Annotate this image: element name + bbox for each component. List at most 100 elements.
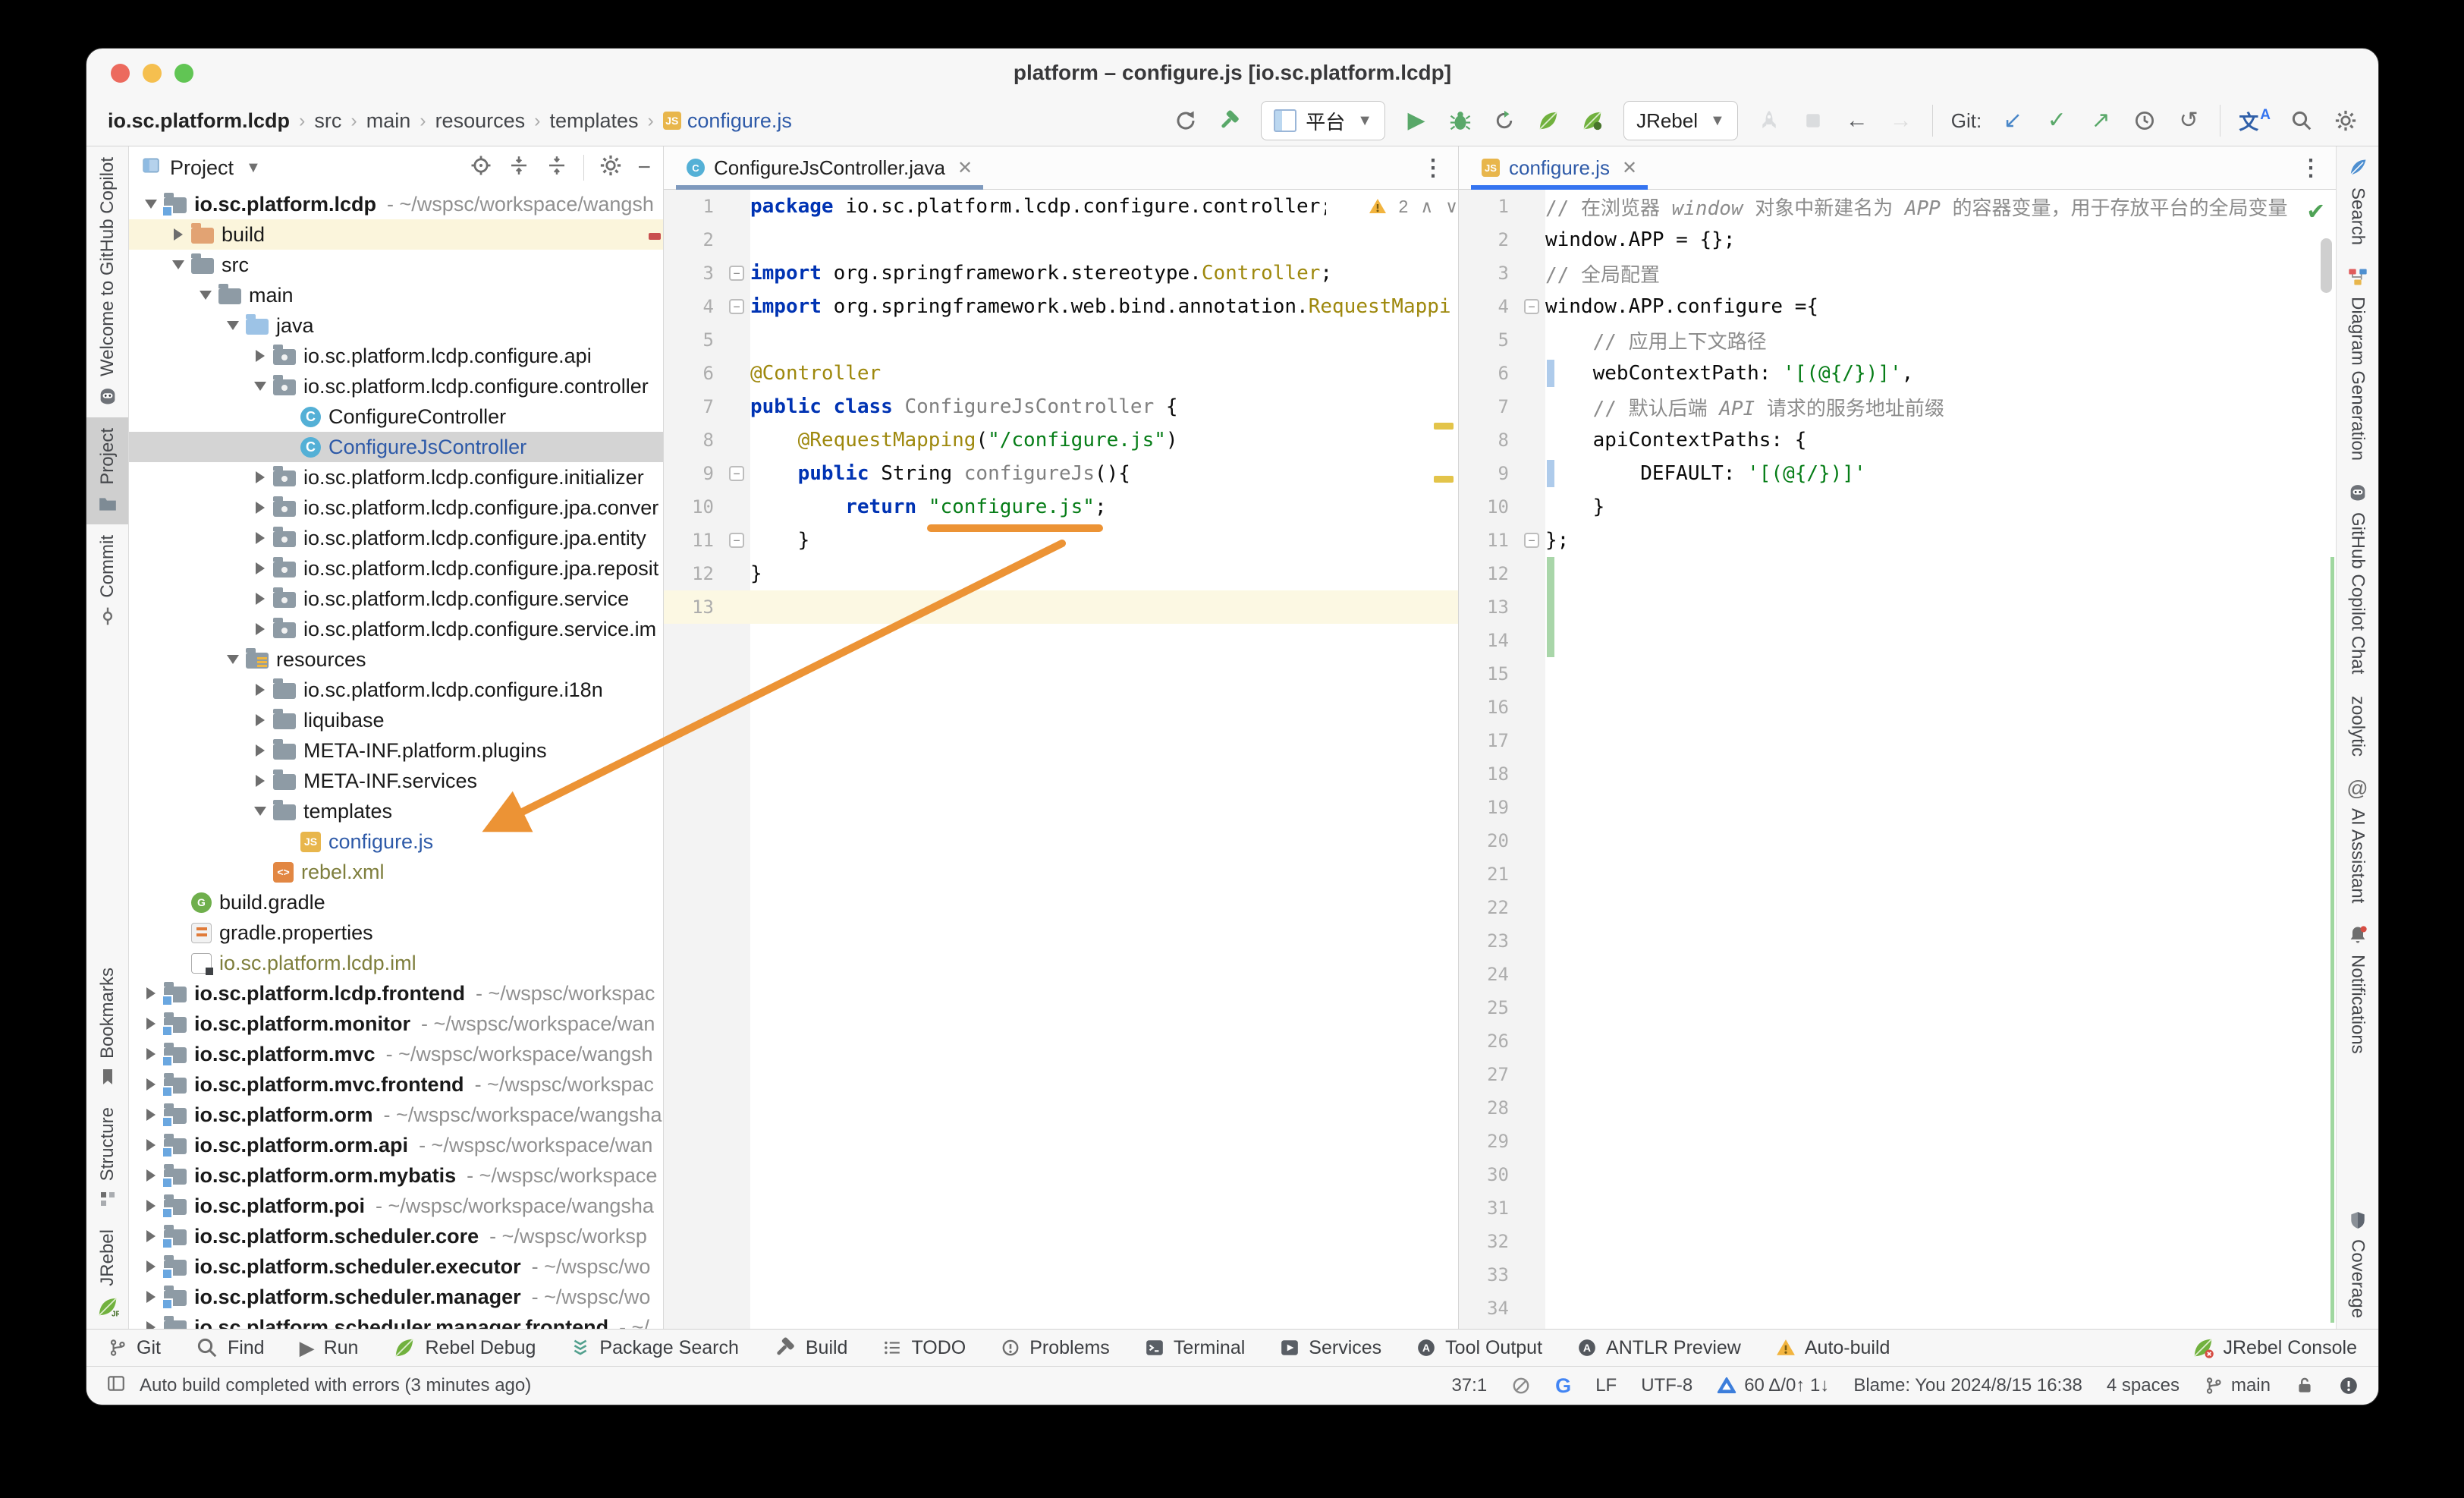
- code-line-19[interactable]: 19: [1459, 791, 2336, 824]
- translate-button[interactable]: 文A: [2239, 105, 2271, 136]
- inspection-widget[interactable]: 2∧∨: [1369, 197, 1458, 217]
- code-line-10[interactable]: 10 return "configure.js";: [664, 490, 1458, 524]
- code-line-10[interactable]: 10 }: [1459, 490, 2336, 524]
- zoom-button[interactable]: [174, 64, 193, 83]
- status-indent[interactable]: 4 spaces: [2107, 1375, 2180, 1396]
- tree-item-io.sc.platform.lcdp.iml[interactable]: io.sc.platform.lcdp.iml: [129, 948, 663, 978]
- editor-code-area[interactable]: 1// 在浏览器 window 对象中新建名为 APP 的容器变量，用于存放平台…: [1459, 190, 2336, 1329]
- layout-icon[interactable]: [106, 1374, 126, 1399]
- code-line-13[interactable]: 13: [1459, 590, 2336, 624]
- code-line-12[interactable]: 12}: [664, 557, 1458, 590]
- close-tab-icon[interactable]: ✕: [1622, 157, 1637, 179]
- editor-options-icon[interactable]: ⋮: [1422, 155, 1444, 181]
- status-lock[interactable]: [2295, 1376, 2315, 1396]
- stripe-item-commit[interactable]: Commit: [86, 524, 128, 637]
- code-line-31[interactable]: 31: [1459, 1191, 2336, 1225]
- toolwindow-auto-build[interactable]: Auto-build: [1776, 1337, 1890, 1359]
- inspections-ok-icon[interactable]: ✔: [2308, 197, 2324, 224]
- code-line-9[interactable]: 9 DEFAULT: '[(@{/})]': [1459, 457, 2336, 490]
- chevron-collapsed-icon[interactable]: [138, 1048, 164, 1060]
- stripe-item-jrebel[interactable]: JRebelJR: [86, 1219, 128, 1329]
- fold-marker-icon[interactable]: −: [723, 266, 750, 281]
- chevron-collapsed-icon[interactable]: [138, 1260, 164, 1273]
- chevron-collapsed-icon[interactable]: [247, 623, 273, 635]
- tree-item-io.sc.platform.mvc[interactable]: io.sc.platform.mvc- ~/wspsc/workspace/wa…: [129, 1039, 663, 1069]
- close-button[interactable]: [111, 64, 130, 83]
- code-line-21[interactable]: 21: [1459, 858, 2336, 891]
- scrollbar-thumb[interactable]: [2321, 238, 2332, 293]
- breadcrumb-item[interactable]: io.sc.platform.lcdp: [106, 109, 291, 133]
- chevron-collapsed-icon[interactable]: [247, 744, 273, 757]
- git-commit-button[interactable]: ✓: [2044, 105, 2070, 136]
- tree-item-io.sc.platform.orm[interactable]: io.sc.platform.orm- ~/wspsc/workspace/wa…: [129, 1100, 663, 1130]
- tree-item-io.sc.platform.lcdp.configure.api[interactable]: io.sc.platform.lcdp.configure.api: [129, 341, 663, 371]
- chevron-collapsed-icon[interactable]: [138, 1109, 164, 1121]
- code-line-11[interactable]: 11− }: [664, 524, 1458, 557]
- tree-item-java[interactable]: java: [129, 310, 663, 341]
- tree-item-io.sc.platform.lcdp.configure.jpa.entity[interactable]: io.sc.platform.lcdp.configure.jpa.entity: [129, 523, 663, 553]
- status-git-branch[interactable]: main: [2204, 1375, 2271, 1396]
- breadcrumb-item[interactable]: main: [365, 109, 413, 133]
- code-line-7[interactable]: 7public class ConfigureJsController {: [664, 390, 1458, 423]
- tree-item-io.sc.platform.lcdp.configure.controller[interactable]: io.sc.platform.lcdp.configure.controller: [129, 371, 663, 401]
- tab-configure.js[interactable]: JSconfigure.js✕: [1471, 146, 1648, 189]
- stripe-item-project[interactable]: Project: [86, 417, 128, 524]
- code-line-7[interactable]: 7 // 默认后端 API 请求的服务地址前缀: [1459, 390, 2336, 423]
- code-line-14[interactable]: 14: [1459, 624, 2336, 657]
- toolwindow-todo[interactable]: TODO: [882, 1337, 966, 1359]
- tree-item-io.sc.platform.orm.mybatis[interactable]: io.sc.platform.orm.mybatis- ~/wspsc/work…: [129, 1160, 663, 1191]
- git-push-button[interactable]: ↗: [2088, 105, 2114, 136]
- code-line-1[interactable]: 1package io.sc.platform.lcdp.configure.c…: [664, 190, 1458, 223]
- chevron-collapsed-icon[interactable]: [138, 1078, 164, 1090]
- chevron-collapsed-icon[interactable]: [165, 228, 191, 241]
- tree-item-io.sc.platform.lcdp.configure.initializer[interactable]: io.sc.platform.lcdp.configure.initialize…: [129, 462, 663, 493]
- tree-item-io.sc.platform.lcdp.frontend[interactable]: io.sc.platform.lcdp.frontend- ~/wspsc/wo…: [129, 978, 663, 1009]
- tree-item-io.sc.platform.poi[interactable]: io.sc.platform.poi- ~/wspsc/workspace/wa…: [129, 1191, 663, 1221]
- jrebel-select[interactable]: JRebel▼: [1623, 101, 1738, 140]
- fold-marker-icon[interactable]: −: [1518, 299, 1545, 314]
- status-blame[interactable]: Blame: You 2024/8/15 16:38: [1853, 1375, 2082, 1396]
- chevron-collapsed-icon[interactable]: [138, 1230, 164, 1242]
- chevron-collapsed-icon[interactable]: [247, 350, 273, 362]
- code-line-8[interactable]: 8 @RequestMapping("/configure.js"): [664, 423, 1458, 457]
- close-tab-icon[interactable]: ✕: [957, 157, 973, 179]
- next-problem-icon[interactable]: ∨: [1445, 197, 1458, 217]
- code-line-16[interactable]: 16: [1459, 691, 2336, 724]
- tree-item-io.sc.platform.lcdp[interactable]: io.sc.platform.lcdp- ~/wspsc/workspace/w…: [129, 189, 663, 219]
- expand-all-button[interactable]: [508, 154, 530, 182]
- toolwindow-build[interactable]: Build: [774, 1336, 848, 1359]
- tree-item-ConfigureController[interactable]: CConfigureController: [129, 401, 663, 432]
- toolwindow-services[interactable]: Services: [1280, 1337, 1381, 1359]
- tree-item-io.sc.platform.scheduler.manager.frontend[interactable]: io.sc.platform.scheduler.manager.fronten…: [129, 1312, 663, 1329]
- stripe-item-coverage[interactable]: Coverage: [2337, 1200, 2378, 1329]
- chevron-collapsed-icon[interactable]: [138, 987, 164, 999]
- toolwindow-tool-output[interactable]: ATool Output: [1416, 1337, 1542, 1359]
- code-line-33[interactable]: 33: [1459, 1258, 2336, 1292]
- tree-item-io.sc.platform.lcdp.configure.jpa.conver[interactable]: io.sc.platform.lcdp.configure.jpa.conver: [129, 493, 663, 523]
- status-ide-error[interactable]: [2339, 1376, 2359, 1396]
- code-line-28[interactable]: 28: [1459, 1091, 2336, 1125]
- stripe-item-structure[interactable]: Structure: [86, 1097, 128, 1219]
- chevron-collapsed-icon[interactable]: [247, 502, 273, 514]
- stripe-item-welcome-to-github-copilot[interactable]: Welcome to GitHub Copilot: [86, 146, 128, 417]
- status-line-separator[interactable]: LF: [1595, 1375, 1617, 1396]
- tree-item-templates[interactable]: templates: [129, 796, 663, 826]
- prev-problem-icon[interactable]: ∧: [1420, 197, 1433, 217]
- toolwindow-problems[interactable]: Problems: [1001, 1337, 1110, 1359]
- sync-button[interactable]: [1173, 105, 1199, 136]
- back-button[interactable]: ←: [1844, 105, 1870, 136]
- code-line-4[interactable]: 4−window.APP.configure ={: [1459, 290, 2336, 323]
- code-line-32[interactable]: 32: [1459, 1225, 2336, 1258]
- toolwindow-rebel-debug[interactable]: Rebel Debug: [393, 1336, 536, 1359]
- code-line-20[interactable]: 20: [1459, 824, 2336, 858]
- code-line-24[interactable]: 24: [1459, 958, 2336, 991]
- status-highlighting-off[interactable]: [1511, 1376, 1531, 1396]
- chevron-collapsed-icon[interactable]: [247, 593, 273, 605]
- code-line-5[interactable]: 5: [664, 323, 1458, 357]
- tree-item-io.sc.platform.monitor[interactable]: io.sc.platform.monitor- ~/wspsc/workspac…: [129, 1009, 663, 1039]
- jrebel-run-button[interactable]: [1535, 105, 1561, 136]
- status-caret-position[interactable]: 37:1: [1451, 1375, 1487, 1396]
- chevron-expanded-icon[interactable]: [220, 321, 246, 330]
- fold-marker-icon[interactable]: −: [723, 299, 750, 314]
- toolwindow-git[interactable]: Git: [108, 1337, 161, 1359]
